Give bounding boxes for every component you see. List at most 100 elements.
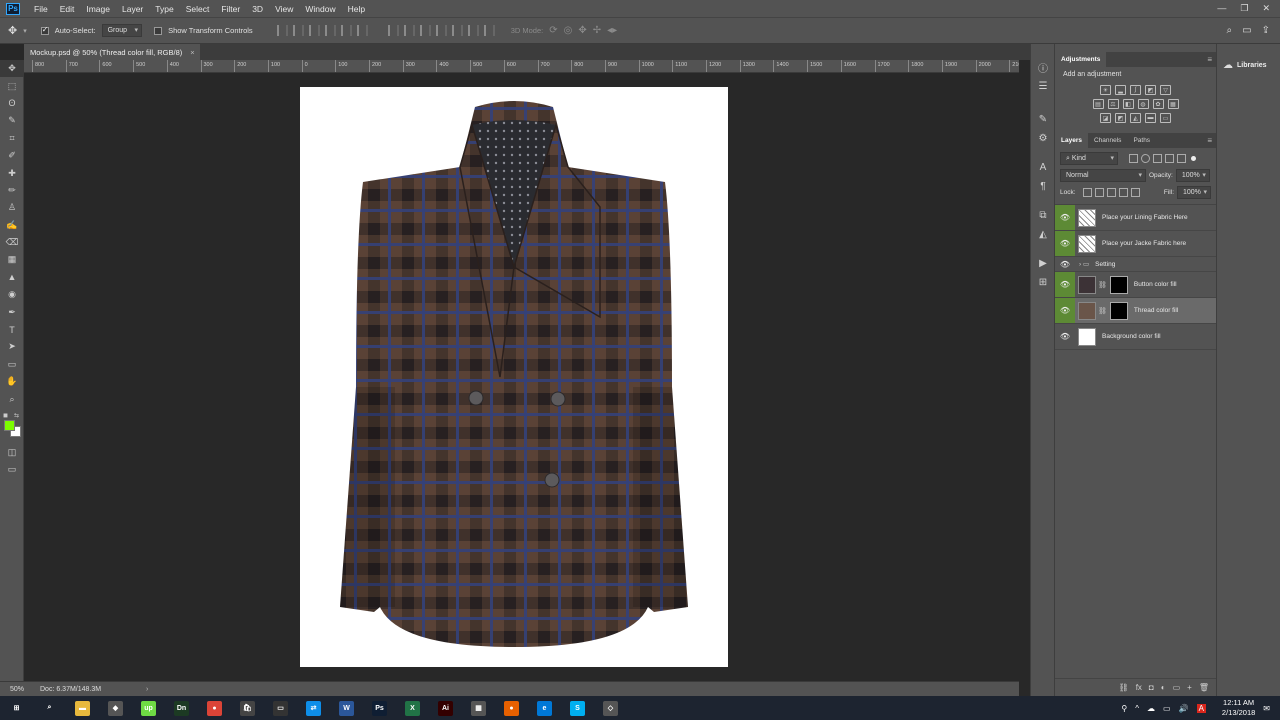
- healing-tool[interactable]: ✚: [0, 164, 24, 181]
- pen-tool[interactable]: ✒: [0, 303, 24, 320]
- filter-shape-icon[interactable]: [1165, 154, 1174, 163]
- transform-controls-checkbox[interactable]: [154, 26, 163, 35]
- close-window-button[interactable]: ✕: [1262, 3, 1270, 14]
- new-group-icon[interactable]: ▭: [1173, 683, 1181, 692]
- align-left-icon[interactable]: [324, 25, 336, 36]
- filter-type-icon[interactable]: [1153, 154, 1162, 163]
- app2-taskbar-button[interactable]: ◇: [594, 696, 627, 720]
- menu-3d[interactable]: 3D: [246, 4, 269, 14]
- add-mask-icon[interactable]: ◘: [1149, 683, 1154, 692]
- black-white-icon[interactable]: ◧: [1122, 99, 1134, 109]
- visibility-toggle[interactable]: 👁: [1055, 272, 1075, 297]
- clone-source-icon[interactable]: ⧉: [1031, 206, 1055, 225]
- clock[interactable]: 12:11 AM 2/13/2018: [1222, 698, 1255, 718]
- history-icon[interactable]: ☰: [1031, 77, 1055, 96]
- layer-mask-thumbnail[interactable]: [1109, 301, 1128, 320]
- vibrance-icon[interactable]: ▽: [1160, 85, 1171, 95]
- menu-image[interactable]: Image: [80, 4, 116, 14]
- photo-filter-icon[interactable]: ◍: [1137, 99, 1149, 109]
- document-canvas[interactable]: [300, 87, 728, 667]
- selective-color-icon[interactable]: ▭: [1160, 113, 1171, 123]
- start-taskbar-button[interactable]: ⊞: [0, 696, 33, 720]
- eraser-tool[interactable]: ⌫: [0, 234, 24, 251]
- lock-transparent-icon[interactable]: [1082, 188, 1092, 197]
- distribute-right-icon[interactable]: [467, 25, 479, 36]
- firefox-taskbar-button[interactable]: ●: [495, 696, 528, 720]
- layer-filter-dropdown[interactable]: ⌕ Kind: [1060, 152, 1118, 165]
- chrome-taskbar-button[interactable]: ●: [198, 696, 231, 720]
- app-taskbar-button[interactable]: ◆: [99, 696, 132, 720]
- tray-expand-icon[interactable]: ^: [1135, 704, 1139, 713]
- share-icon[interactable]: ⇪: [1262, 25, 1270, 36]
- eyedropper-tool[interactable]: ✐: [0, 147, 24, 164]
- quick-mask-tool[interactable]: ◫: [0, 444, 24, 461]
- hue-saturation-icon[interactable]: ▤: [1092, 99, 1104, 109]
- layer-mask-thumbnail[interactable]: [1109, 275, 1128, 294]
- hand-tool[interactable]: ✋: [0, 373, 24, 390]
- store-taskbar-button[interactable]: 🛍: [231, 696, 264, 720]
- blend-mode-dropdown[interactable]: Normal: [1060, 169, 1146, 182]
- brush-tool[interactable]: ✏: [0, 182, 24, 199]
- word-taskbar-button[interactable]: W: [330, 696, 363, 720]
- tab-channels[interactable]: Channels: [1088, 133, 1127, 148]
- search-taskbar-button[interactable]: ⌕: [33, 696, 66, 720]
- workspace-icon[interactable]: ▭: [1242, 25, 1251, 36]
- channel-mixer-icon[interactable]: ✿: [1152, 99, 1164, 109]
- character-icon[interactable]: A: [1031, 158, 1055, 177]
- properties-icon[interactable]: ⚙: [1031, 129, 1055, 148]
- lock-pixels-icon[interactable]: [1094, 188, 1104, 197]
- gradient-tool[interactable]: ▦: [0, 251, 24, 268]
- quick-select-tool[interactable]: ✎: [0, 112, 24, 129]
- exposure-icon[interactable]: ◩: [1145, 85, 1156, 95]
- chevron-down-icon[interactable]: ▾: [23, 27, 27, 35]
- search-icon[interactable]: ⌕: [1227, 25, 1233, 36]
- status-menu-arrow[interactable]: ›: [146, 686, 148, 693]
- layer-row[interactable]: 👁 Background color fill: [1055, 324, 1216, 350]
- filter-smart-icon[interactable]: [1177, 154, 1186, 163]
- color-balance-icon[interactable]: ⚖: [1107, 99, 1119, 109]
- photoshop-taskbar-button[interactable]: Ps: [363, 696, 396, 720]
- zoom-level[interactable]: 50%: [0, 686, 40, 693]
- shape-tool[interactable]: ▭: [0, 356, 24, 373]
- crop-tool[interactable]: ⌗: [0, 130, 24, 147]
- new-layer-icon[interactable]: +: [1187, 683, 1192, 692]
- distribute-top-icon[interactable]: [387, 25, 399, 36]
- marquee-tool[interactable]: ⬚: [0, 77, 24, 94]
- foreground-color-swatch[interactable]: [4, 419, 15, 431]
- folder-icon[interactable]: › ▭: [1079, 260, 1089, 268]
- menu-help[interactable]: Help: [342, 4, 371, 14]
- type-tool[interactable]: T: [0, 321, 24, 338]
- minimize-button[interactable]: —: [1217, 3, 1226, 14]
- move-tool[interactable]: ✥: [0, 60, 24, 78]
- 3d-panel-icon[interactable]: ⊞: [1031, 273, 1055, 292]
- 3d-scale-icon[interactable]: ◂▸: [607, 25, 617, 36]
- menu-filter[interactable]: Filter: [215, 4, 246, 14]
- history-brush-tool[interactable]: ✍: [0, 217, 24, 234]
- menu-select[interactable]: Select: [180, 4, 216, 14]
- align-right-icon[interactable]: [356, 25, 368, 36]
- skype-taskbar-button[interactable]: S: [561, 696, 594, 720]
- move-tool-preset-icon[interactable]: ✥: [8, 24, 17, 37]
- adobe-tray-icon[interactable]: A: [1196, 703, 1206, 713]
- menu-edit[interactable]: Edit: [54, 4, 81, 14]
- visibility-toggle[interactable]: 👁: [1055, 205, 1075, 230]
- tab-layers[interactable]: Layers: [1055, 133, 1088, 148]
- lock-position-icon[interactable]: [1106, 188, 1116, 197]
- gradient-map-icon[interactable]: ▬: [1145, 113, 1156, 123]
- screen-mode-tool[interactable]: ▭: [0, 461, 24, 478]
- link-icon[interactable]: ⛓: [1098, 307, 1107, 315]
- visibility-toggle[interactable]: 👁: [1055, 298, 1075, 323]
- terminal-taskbar-button[interactable]: ▭: [264, 696, 297, 720]
- document-tab[interactable]: Mockup.psd @ 50% (Thread color fill, RGB…: [24, 44, 200, 60]
- auto-align-icon[interactable]: [483, 25, 495, 36]
- people-icon[interactable]: ⚲: [1121, 704, 1127, 713]
- close-tab-icon[interactable]: ×: [190, 48, 194, 57]
- visibility-toggle[interactable]: 👁: [1055, 257, 1075, 271]
- align-middle-icon[interactable]: [292, 25, 304, 36]
- opacity-input[interactable]: 100%: [1175, 169, 1210, 182]
- tab-paths[interactable]: Paths: [1127, 133, 1156, 148]
- visibility-toggle[interactable]: 👁: [1055, 231, 1075, 256]
- 3d-orbit-icon[interactable]: ⟳: [549, 25, 557, 36]
- invert-icon[interactable]: ◪: [1100, 113, 1111, 123]
- zoom-tool[interactable]: ⌕: [0, 390, 24, 407]
